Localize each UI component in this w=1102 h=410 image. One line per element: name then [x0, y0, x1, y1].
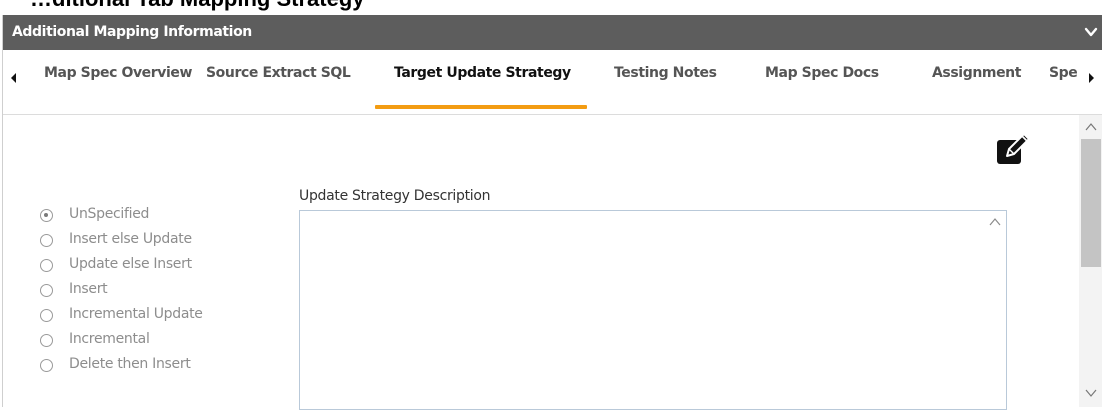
radio-button[interactable] [40, 334, 53, 347]
tab-source-extract-sql[interactable]: Source Extract SQL [206, 65, 351, 81]
tab-assignment[interactable]: Assignment [932, 65, 1021, 81]
radio-delete-then-insert[interactable]: Delete then Insert [40, 355, 280, 380]
scrollbar-thumb[interactable] [1081, 139, 1101, 267]
radio-label: Incremental Update [69, 306, 203, 322]
tab-target-update-strategy[interactable]: Target Update Strategy [394, 65, 571, 81]
radio-label: Delete then Insert [69, 356, 191, 372]
caret-right-icon[interactable] [1084, 68, 1098, 88]
radio-button[interactable] [40, 209, 53, 222]
radio-label: Insert [69, 281, 108, 297]
radio-label: Incremental [69, 331, 150, 347]
radio-unspecified[interactable]: UnSpecified [40, 205, 280, 230]
radio-label: UnSpecified [69, 206, 150, 222]
radio-update-else-insert[interactable]: Update else Insert [40, 255, 280, 280]
pencil-square-icon[interactable] [993, 128, 1033, 168]
tab-map-spec-docs[interactable]: Map Spec Docs [765, 65, 879, 81]
radio-button[interactable] [40, 234, 53, 247]
panel-title: Additional Mapping Information [12, 24, 252, 40]
radio-insert-else-update[interactable]: Insert else Update [40, 230, 280, 255]
active-tab-indicator [375, 105, 587, 109]
radio-button[interactable] [40, 309, 53, 322]
radio-button[interactable] [40, 284, 53, 297]
panel-header[interactable]: Additional Mapping Information [3, 15, 1102, 50]
tab-spec-truncated[interactable]: Spe [1049, 65, 1077, 81]
tab-testing-notes[interactable]: Testing Notes [614, 65, 717, 81]
scroll-up-icon[interactable] [1084, 121, 1098, 133]
vertical-scrollbar[interactable] [1079, 115, 1102, 407]
chevron-down-icon[interactable] [1084, 25, 1098, 39]
page-heading: …ditional Tab Mapping Strategy [30, 0, 365, 12]
tab-overflow-clip: Spe [1043, 50, 1077, 110]
radio-button[interactable] [40, 359, 53, 372]
update-strategy-description-label: Update Strategy Description [299, 188, 491, 204]
tab-map-spec-overview[interactable]: Map Spec Overview [44, 65, 192, 81]
radio-button[interactable] [40, 259, 53, 272]
scroll-down-icon[interactable] [1084, 387, 1098, 399]
update-strategy-radio-group: UnSpecified Insert else Update Update el… [40, 205, 280, 380]
update-strategy-description-textarea[interactable] [299, 210, 1007, 410]
radio-label: Insert else Update [69, 231, 192, 247]
tab-content-target-update-strategy: Update Strategy Description UnSpecified … [3, 115, 1079, 410]
tab-strip: Map Spec Overview Source Extract SQL Tar… [3, 50, 1102, 115]
caret-left-icon[interactable] [7, 68, 21, 88]
radio-label: Update else Insert [69, 256, 192, 272]
textarea-scroll-up-icon[interactable] [988, 215, 1002, 229]
radio-insert[interactable]: Insert [40, 280, 280, 305]
additional-mapping-panel: Additional Mapping Information Map Spec … [2, 15, 1102, 410]
radio-incremental-update[interactable]: Incremental Update [40, 305, 280, 330]
radio-incremental[interactable]: Incremental [40, 330, 280, 355]
